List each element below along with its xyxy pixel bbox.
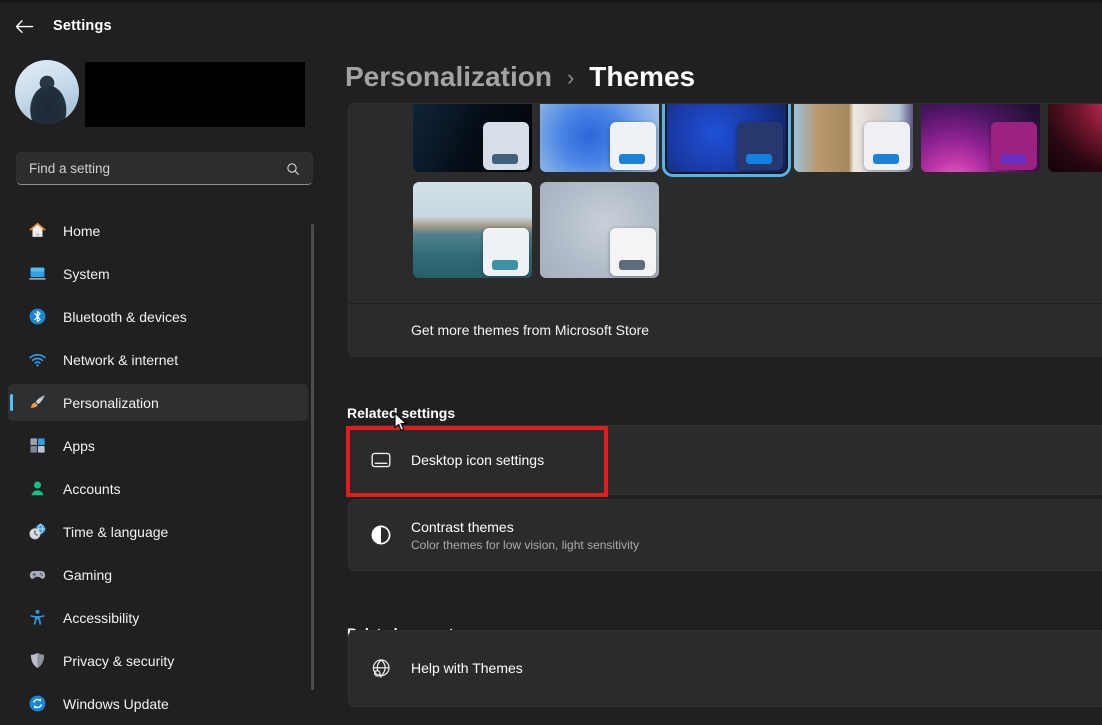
network-icon xyxy=(28,350,47,369)
sidebar-item-label: Gaming xyxy=(63,567,112,583)
system-icon xyxy=(28,264,47,283)
accessibility-icon xyxy=(28,608,47,627)
apps-icon xyxy=(28,436,47,455)
app-title: Settings xyxy=(53,18,112,34)
desktop-icon-settings-row[interactable]: Desktop icon settings xyxy=(348,425,1102,495)
theme-preview-button xyxy=(619,260,645,270)
get-more-themes-row[interactable]: Get more themes from Microsoft Store xyxy=(349,303,1102,356)
breadcrumb-separator-icon: › xyxy=(567,63,574,91)
desktop-icon-settings-label: Desktop icon settings xyxy=(411,452,544,468)
contrast-themes-label: Contrast themes xyxy=(411,518,639,536)
contrast-themes-description: Color themes for low vision, light sensi… xyxy=(411,537,639,553)
current-theme-card: Get more themes from Microsoft Store xyxy=(348,103,1102,357)
get-more-themes-label: Get more themes from Microsoft Store xyxy=(411,322,649,338)
globe-help-icon xyxy=(369,657,393,681)
theme-preview-button xyxy=(746,154,772,164)
sidebar-item-time-language[interactable]: Time & language xyxy=(8,513,308,550)
home-icon xyxy=(28,221,47,240)
theme-preview-button xyxy=(873,154,899,164)
bluetooth-icon xyxy=(28,307,47,326)
theme-thumbnail-beach-and-blossom[interactable] xyxy=(794,103,913,172)
breadcrumb: Personalization › Themes xyxy=(345,61,695,93)
sidebar-nav: Home System Bluetooth & devices Network & i… xyxy=(0,209,318,725)
sidebar-item-label: Windows Update xyxy=(63,696,169,712)
theme-thumbnail-night-cliffs-dark[interactable] xyxy=(413,103,532,172)
content-scroll-region: Get more themes from Microsoft Store Rel… xyxy=(345,100,1102,725)
sidebar-item-label: Accounts xyxy=(63,481,121,497)
user-avatar xyxy=(15,60,79,124)
page-title: Themes xyxy=(589,61,695,93)
theme-preview-card xyxy=(610,122,656,170)
sidebar-item-network-internet[interactable]: Network & internet xyxy=(8,341,308,378)
theme-preview-card xyxy=(737,122,783,170)
contrast-themes-row[interactable]: Contrast themes Color themes for low vis… xyxy=(348,499,1102,571)
search-input[interactable] xyxy=(17,161,285,176)
sidebar-item-label: Bluetooth & devices xyxy=(63,309,187,325)
accounts-icon xyxy=(28,479,47,498)
sidebar-item-label: Time & language xyxy=(63,524,168,540)
personalization-icon xyxy=(28,393,47,412)
settings-window: Settings Home System Bluetooth & devices Ne… xyxy=(0,0,1102,725)
theme-thumbnail-mountain-lake[interactable] xyxy=(413,182,532,278)
desktop-icon xyxy=(369,448,393,472)
privacy-icon xyxy=(28,651,47,670)
themes-grid xyxy=(413,103,1102,278)
sidebar-item-gaming[interactable]: Gaming xyxy=(8,556,308,593)
help-with-themes-row[interactable]: Help with Themes xyxy=(348,630,1102,707)
theme-preview-card xyxy=(483,228,529,276)
sidebar-item-privacy-security[interactable]: Privacy & security xyxy=(8,642,308,679)
sidebar-item-label: Home xyxy=(63,223,100,239)
sidebar-item-label: Apps xyxy=(63,438,95,454)
sidebar-item-label: Privacy & security xyxy=(63,653,174,669)
theme-thumbnail-purple-glow-dark[interactable] xyxy=(921,103,1040,172)
sidebar-item-label: System xyxy=(63,266,110,282)
breadcrumb-parent[interactable]: Personalization xyxy=(345,61,552,93)
theme-preview-button xyxy=(492,154,518,164)
search-box[interactable] xyxy=(16,152,313,185)
sidebar-scrollbar[interactable] xyxy=(311,224,314,690)
theme-preview-card xyxy=(864,122,910,170)
back-arrow-icon xyxy=(14,18,36,36)
sidebar-item-apps[interactable]: Apps xyxy=(8,427,308,464)
contrast-icon xyxy=(369,523,393,547)
sidebar-item-bluetooth-devices[interactable]: Bluetooth & devices xyxy=(8,298,308,335)
theme-thumbnail-windows-bloom-light[interactable] xyxy=(540,103,659,172)
sidebar-item-home[interactable]: Home xyxy=(8,212,308,249)
sidebar-item-accounts[interactable]: Accounts xyxy=(8,470,308,507)
windows-update-icon xyxy=(28,694,47,713)
sidebar-item-label: Personalization xyxy=(63,395,159,411)
username-redacted-block xyxy=(85,62,305,127)
theme-preview-card xyxy=(991,122,1037,170)
sidebar-item-accessibility[interactable]: Accessibility xyxy=(8,599,308,636)
related-settings-heading: Related settings xyxy=(347,405,455,421)
sidebar-item-label: Network & internet xyxy=(63,352,178,368)
back-button[interactable] xyxy=(10,13,40,41)
theme-thumbnail-windows-bloom-dark[interactable] xyxy=(667,103,786,172)
theme-preview-card xyxy=(483,122,529,170)
sidebar-item-system[interactable]: System xyxy=(8,255,308,292)
theme-preview-card xyxy=(610,228,656,276)
theme-preview-button xyxy=(1000,154,1026,164)
time-language-icon xyxy=(28,522,47,541)
help-with-themes-label: Help with Themes xyxy=(411,660,523,676)
search-icon xyxy=(285,161,301,177)
theme-preview-button xyxy=(619,154,645,164)
sidebar-item-personalization[interactable]: Personalization xyxy=(8,384,308,421)
sidebar-item-windows-update[interactable]: Windows Update xyxy=(8,685,308,722)
theme-thumbnail-silver-bloom[interactable] xyxy=(540,182,659,278)
theme-thumbnail-pink-petals-dark[interactable] xyxy=(1048,103,1102,172)
theme-preview-button xyxy=(492,260,518,270)
gaming-icon xyxy=(28,565,47,584)
sidebar-item-label: Accessibility xyxy=(63,610,139,626)
